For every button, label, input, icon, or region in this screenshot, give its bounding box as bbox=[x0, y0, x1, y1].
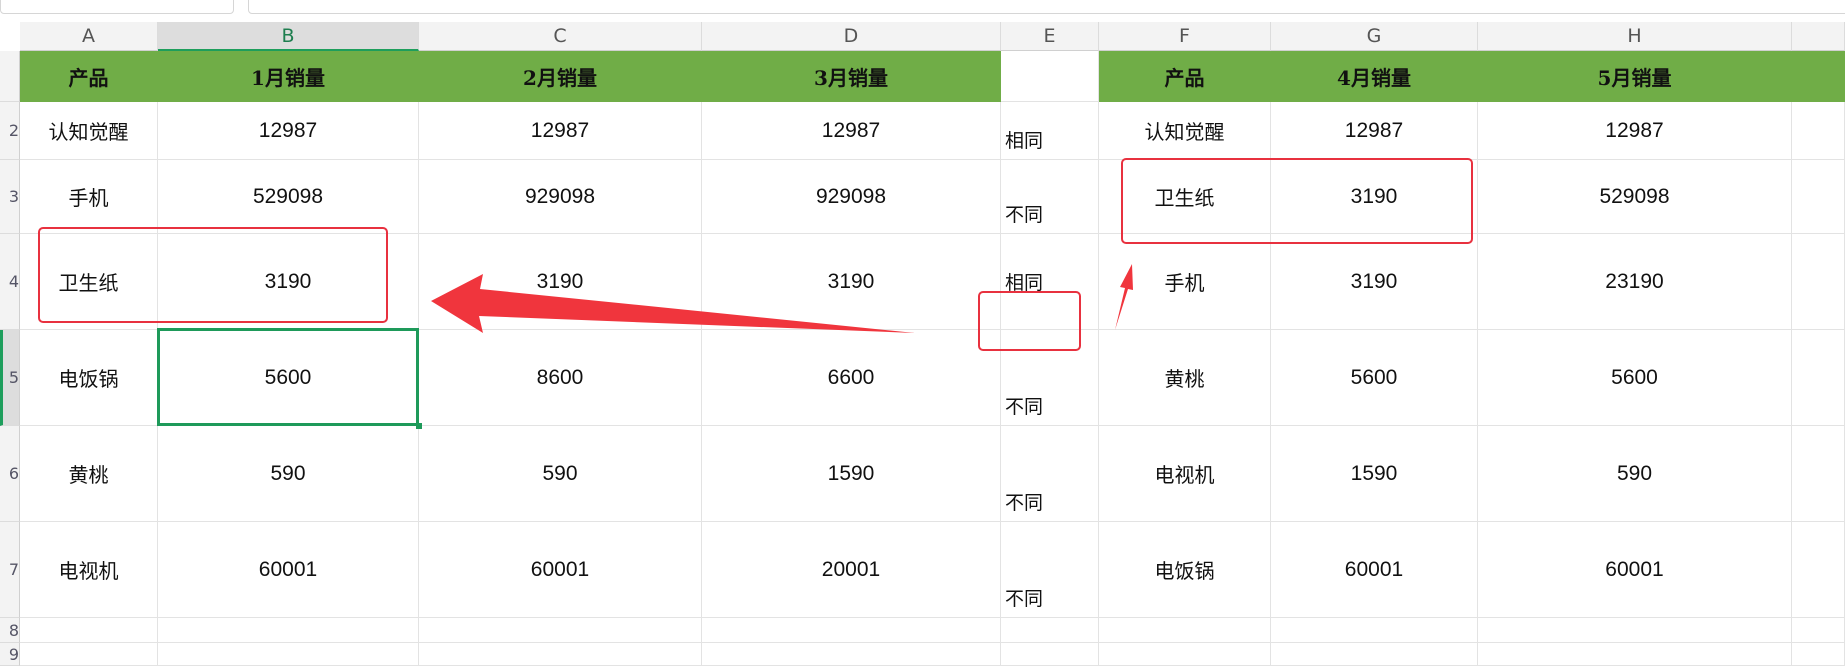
arrow-left-icon bbox=[431, 274, 915, 333]
annotation-arrows bbox=[431, 264, 1133, 333]
arrow-up-icon bbox=[1115, 264, 1133, 330]
spreadsheet[interactable]: A B C D E F G H 2 3 4 5 6 7 8 9 产品 1月销量 … bbox=[0, 0, 1845, 666]
